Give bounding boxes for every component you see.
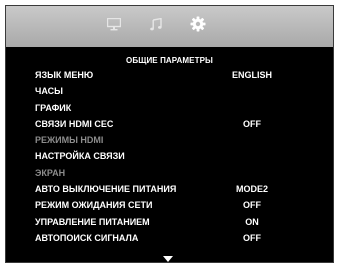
- gear-icon[interactable]: [190, 16, 206, 32]
- monitor-icon[interactable]: [107, 18, 121, 31]
- menu-item-label: НАСТРОЙКА СВЯЗИ: [35, 151, 125, 162]
- menu-item-label: ЧАСЫ: [35, 86, 63, 97]
- menu-item-value: ENGLISH: [231, 70, 272, 80]
- scroll-down-arrow-icon[interactable]: [163, 256, 173, 262]
- menu-item-label: УПРАВЛЕНИЕ ПИТАНИЕМ: [35, 216, 150, 227]
- menu-item-value: OFF: [243, 232, 261, 243]
- menu-item-label: ЯЗЫК МЕНЮ: [35, 70, 94, 80]
- music-note-icon[interactable]: [150, 18, 162, 31]
- menu-item-link-settings[interactable]: НАСТРОЙКА СВЯЗИ: [35, 148, 331, 164]
- menu-item-label: ЭКРАН: [35, 167, 66, 178]
- osd-menu-window: ОБЩИЕ ПАРАМЕТРЫ ЯЗЫК МЕНЮ ENGLISH ЧАСЫ Г…: [5, 5, 334, 263]
- menu-item-hdmi-modes: РЕЖИМЫ HDMI: [35, 132, 331, 148]
- menu-item-label: ГРАФИК: [35, 102, 72, 113]
- menu-item-label: АВТОПОИСК СИГНАЛА: [35, 232, 139, 243]
- menu-item-auto-power-off[interactable]: АВТО ВЫКЛЮЧЕНИЕ ПИТАНИЯ MODE2: [35, 181, 331, 197]
- menu-item-menu-language[interactable]: ЯЗЫК МЕНЮ ENGLISH: [35, 67, 331, 83]
- menu-item-value: OFF: [243, 118, 261, 129]
- menu-item-label: РЕЖИМЫ HDMI: [35, 135, 104, 146]
- menu-item-schedule[interactable]: ГРАФИК: [35, 100, 331, 116]
- menu-item-clock[interactable]: ЧАСЫ: [35, 83, 331, 99]
- menu-item-value: ON: [245, 216, 259, 227]
- menu-item-label: СВЯЗИ HDMI CEC: [35, 118, 114, 129]
- tab-bar: [6, 6, 333, 47]
- menu-item-auto-signal-search[interactable]: АВТОПОИСК СИГНАЛА OFF: [35, 230, 331, 246]
- menu-item-value: OFF: [243, 200, 261, 211]
- menu-title: ОБЩИЕ ПАРАМЕТРЫ: [126, 56, 213, 65]
- menu-item-label: РЕЖИМ ОЖИДАНИЯ СЕТИ: [35, 200, 153, 211]
- menu-item-value: MODE2: [235, 184, 268, 195]
- menu-item-network-standby[interactable]: РЕЖИМ ОЖИДАНИЯ СЕТИ OFF: [35, 197, 331, 213]
- menu-item-screen: ЭКРАН: [35, 165, 331, 181]
- settings-menu-list: ЯЗЫК МЕНЮ ENGLISH ЧАСЫ ГРАФИК СВЯЗИ HDMI…: [35, 67, 331, 246]
- menu-item-label: АВТО ВЫКЛЮЧЕНИЕ ПИТАНИЯ: [35, 184, 177, 195]
- menu-item-power-management[interactable]: УПРАВЛЕНИЕ ПИТАНИЕМ ON: [35, 214, 331, 230]
- menu-item-hdmi-cec-link[interactable]: СВЯЗИ HDMI CEC OFF: [35, 116, 331, 132]
